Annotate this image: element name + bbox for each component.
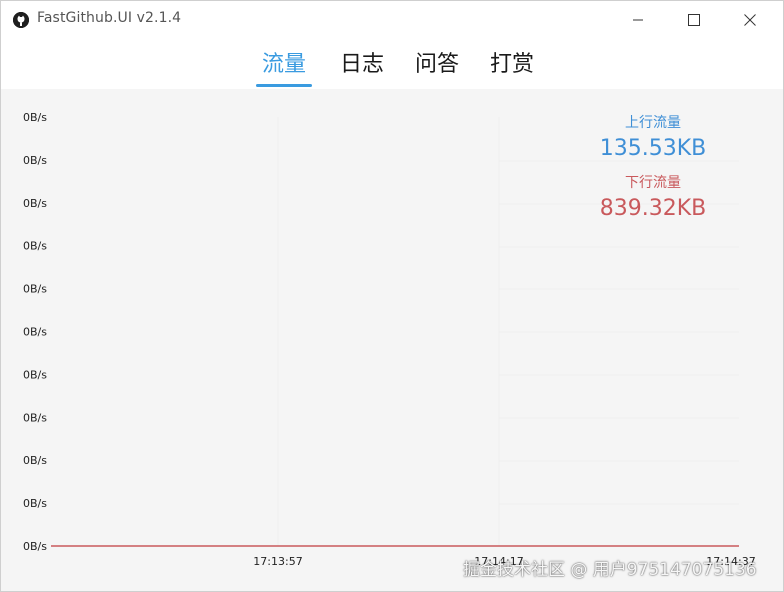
app-window: FastGithub.UI v2.1.4 流量 日志 问答 打赏 0B/s 0B/… <box>0 0 784 592</box>
tab-logs[interactable]: 日志 <box>337 47 387 87</box>
tab-faq[interactable]: 问答 <box>412 47 462 87</box>
y-tick-label: 0B/s <box>23 111 47 124</box>
title-bar[interactable]: FastGithub.UI v2.1.4 <box>1 1 783 39</box>
maximize-icon <box>688 14 700 26</box>
upload-value: 135.53KB <box>599 136 707 161</box>
tab-donate[interactable]: 打赏 <box>487 47 537 87</box>
close-icon <box>744 14 756 26</box>
github-cat-icon <box>13 12 29 28</box>
y-tick-label: 0B/s <box>23 497 47 510</box>
download-stat: 下行流量 839.32KB <box>561 173 745 225</box>
tab-traffic[interactable]: 流量 <box>256 47 312 87</box>
window-title: FastGithub.UI v2.1.4 <box>37 10 182 26</box>
y-tick-label: 0B/s <box>23 326 47 339</box>
y-tick-label: 0B/s <box>23 197 47 210</box>
y-tick-label: 0B/s <box>23 411 47 424</box>
y-tick-label: 0B/s <box>23 283 47 296</box>
close-button[interactable] <box>727 1 773 39</box>
y-tick-label: 0B/s <box>23 240 47 253</box>
minimize-icon <box>633 19 643 21</box>
traffic-stats: 上行流量 135.53KB 下行流量 839.32KB <box>561 113 745 225</box>
x-tick-label: 17:13:57 <box>253 555 302 568</box>
y-tick-label: 0B/s <box>23 154 47 167</box>
y-tick-label: 0B/s <box>23 454 47 467</box>
upload-stat: 上行流量 135.53KB <box>561 113 745 165</box>
maximize-button[interactable] <box>671 1 717 39</box>
y-tick-label: 0B/s <box>23 368 47 381</box>
download-label: 下行流量 <box>625 175 681 191</box>
minimize-button[interactable] <box>615 1 661 39</box>
download-value: 839.32KB <box>599 196 707 221</box>
traffic-chart-panel: 0B/s 0B/s 0B/s 0B/s 0B/s 0B/s 0B/s 0B/s 0B/s 0B/s… <box>1 89 783 591</box>
upload-label: 上行流量 <box>625 115 681 131</box>
y-tick-label: 0B/s <box>23 540 47 553</box>
watermark: 掘金技术社区 @ 用户975147075136 <box>463 560 757 580</box>
tab-bar: 流量 日志 问答 打赏 <box>1 47 783 91</box>
